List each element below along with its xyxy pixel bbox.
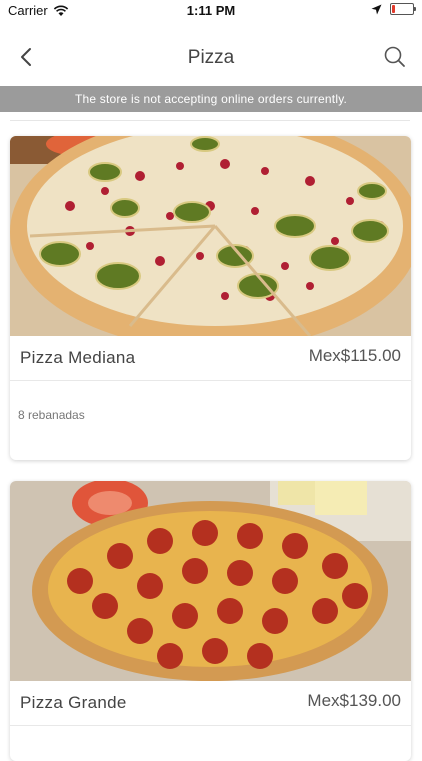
store-closed-text: The store is not accepting online orders… <box>74 92 348 106</box>
product-info-row: Pizza Grande Mex$139.00 <box>10 681 411 726</box>
status-bar: Carrier 1:11 PM <box>0 0 422 22</box>
battery-level <box>392 5 395 13</box>
product-name: Pizza Grande <box>20 693 127 712</box>
product-card[interactable]: Pizza Mediana Mex$115.00 8 rebanadas <box>10 136 411 460</box>
battery-icon <box>390 3 416 15</box>
product-info-row: Pizza Mediana Mex$115.00 <box>10 336 411 381</box>
product-price: Mex$139.00 <box>307 691 401 710</box>
status-time: 1:11 PM <box>186 3 236 18</box>
search-button[interactable] <box>382 44 408 70</box>
product-image-pizza-grande <box>10 481 411 681</box>
product-card[interactable]: Pizza Grande Mex$139.00 <box>10 481 411 761</box>
product-description: 8 rebanadas <box>18 408 85 422</box>
status-right <box>371 3 416 15</box>
page-title: Pizza <box>187 47 235 68</box>
product-name: Pizza Mediana <box>20 348 136 367</box>
location-arrow-icon <box>371 4 382 14</box>
navigation-bar: Pizza <box>0 30 422 85</box>
product-price: Mex$115.00 <box>308 346 401 365</box>
list-divider <box>10 120 410 121</box>
store-closed-banner: The store is not accepting online orders… <box>0 86 422 112</box>
search-icon <box>384 46 405 67</box>
product-image-pizza-mediana <box>10 136 411 336</box>
